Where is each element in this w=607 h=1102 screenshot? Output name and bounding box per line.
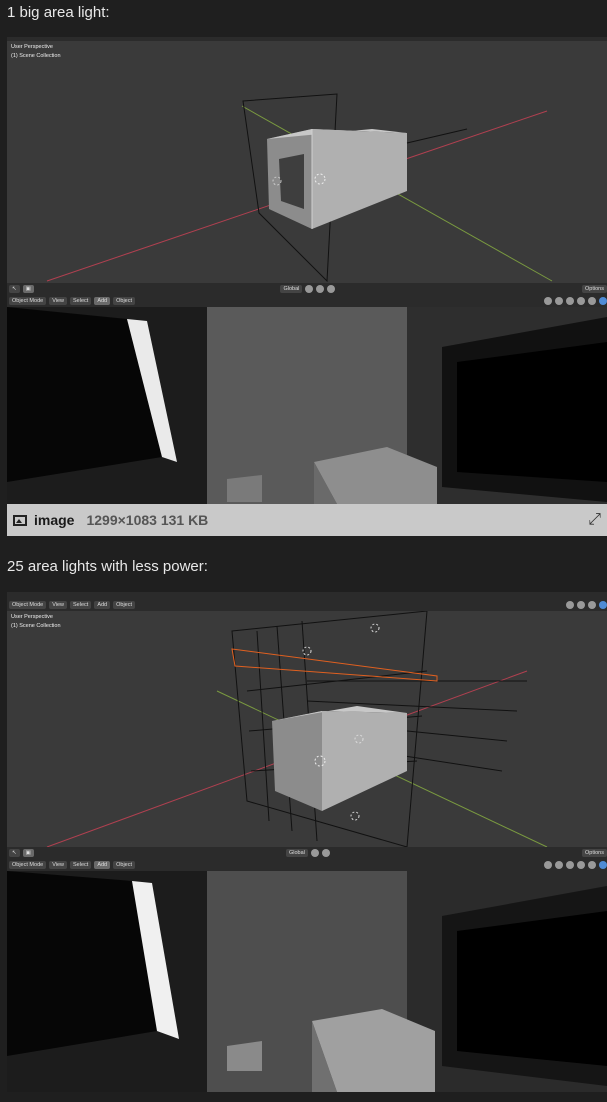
wireframe-shading-icon[interactable] [577, 861, 585, 869]
select-tool-button[interactable]: ↖ [9, 285, 20, 293]
light-gizmo [350, 811, 360, 821]
visibility-icon[interactable] [544, 861, 552, 869]
menu-add[interactable]: Add [94, 861, 111, 869]
scene-wireframe [46, 93, 553, 283]
pivot-icon[interactable] [310, 849, 319, 857]
scene-wireframe [46, 611, 548, 847]
render-viewport-header: Object Mode View Select Add Object [7, 859, 607, 871]
menu-object[interactable]: Object [113, 297, 136, 305]
options-button[interactable]: Options [582, 285, 607, 293]
viewport-3d[interactable]: User Perspective (1) Scene Collection [7, 41, 607, 283]
pivot-icon[interactable] [305, 285, 314, 293]
solid-shading-icon[interactable] [588, 861, 596, 869]
menu-view[interactable]: View [49, 297, 68, 305]
box-side-face [312, 129, 407, 229]
menu-add[interactable]: Add [94, 297, 111, 305]
viewport-3d-header: Object Mode View Select Add Object [7, 599, 607, 611]
viewport-footer-toolbar: ↖ ▣ Global Options [7, 283, 607, 295]
snap-icon[interactable] [321, 849, 330, 857]
image-attachment-bar[interactable]: image 1299×1083 131 KB ⤢ [7, 504, 607, 536]
render-viewport[interactable] [7, 871, 607, 1092]
mode-select[interactable]: Object Mode [9, 861, 47, 869]
overlay-icon[interactable] [588, 601, 596, 609]
overlay-icon[interactable] [566, 297, 574, 305]
image-name: image [34, 512, 75, 528]
caption-one-light: 1 big area light: [7, 4, 110, 21]
menu-object[interactable]: Object [113, 861, 136, 869]
menu-view[interactable]: View [49, 861, 68, 869]
visibility-icon[interactable] [566, 601, 574, 609]
solid-shading-icon[interactable] [599, 601, 607, 609]
rendered-scene [7, 307, 607, 504]
solid-shading-icon[interactable] [588, 297, 596, 305]
image-meta: 1299×1083 131 KB [86, 512, 209, 528]
render-viewport[interactable] [7, 307, 607, 504]
menu-object[interactable]: Object [113, 601, 136, 609]
caption-25-lights: 25 area lights with less power: [7, 558, 208, 575]
menu-select[interactable]: Select [70, 861, 92, 869]
selected-light-outline [231, 648, 438, 682]
viewport-header-top [7, 592, 607, 599]
blender-screenshot-25-lights: Object Mode View Select Add Object User … [7, 592, 607, 1092]
small-cube [227, 1041, 262, 1071]
gizmo-icon[interactable] [555, 297, 563, 305]
menu-view[interactable]: View [49, 601, 68, 609]
viewport-footer-toolbar: ↖ ▣ Global Options [7, 847, 607, 859]
visibility-icon[interactable] [544, 297, 552, 305]
box-side-face [322, 711, 407, 811]
proportional-edit-icon[interactable] [327, 285, 336, 293]
select-tool-button[interactable]: ↖ [9, 849, 20, 857]
mode-select[interactable]: Object Mode [9, 297, 47, 305]
blender-screenshot-one-light: User Perspective (1) Scene Collection ↖ … [7, 37, 607, 504]
render-viewport-header: Object Mode View Select Add Object [7, 295, 607, 307]
small-cube [227, 475, 262, 502]
select-box-button[interactable]: ▣ [22, 285, 34, 293]
box-opening [279, 154, 304, 209]
gizmo-icon[interactable] [555, 861, 563, 869]
rendered-shading-icon[interactable] [599, 861, 607, 869]
menu-add[interactable]: Add [94, 601, 111, 609]
snap-icon[interactable] [316, 285, 325, 293]
menu-select[interactable]: Select [70, 297, 92, 305]
transform-orientation-select[interactable]: Global [285, 849, 308, 857]
expand-icon[interactable]: ⤢ [588, 511, 601, 529]
mode-select[interactable]: Object Mode [9, 601, 47, 609]
options-button[interactable]: Options [582, 849, 607, 857]
window-left [7, 871, 157, 1056]
image-icon [13, 514, 27, 526]
light-gizmo [370, 623, 380, 633]
transform-orientation-select[interactable]: Global [280, 285, 303, 293]
gizmo-icon[interactable] [577, 601, 585, 609]
box-front-face [272, 711, 322, 811]
viewport-3d[interactable]: User Perspective (1) Scene Collection [7, 611, 607, 847]
select-box-button[interactable]: ▣ [22, 849, 34, 857]
overlay-icon[interactable] [566, 861, 574, 869]
rendered-shading-icon[interactable] [599, 297, 607, 305]
menu-select[interactable]: Select [70, 601, 92, 609]
rendered-scene [7, 871, 607, 1092]
wireframe-shading-icon[interactable] [577, 297, 585, 305]
